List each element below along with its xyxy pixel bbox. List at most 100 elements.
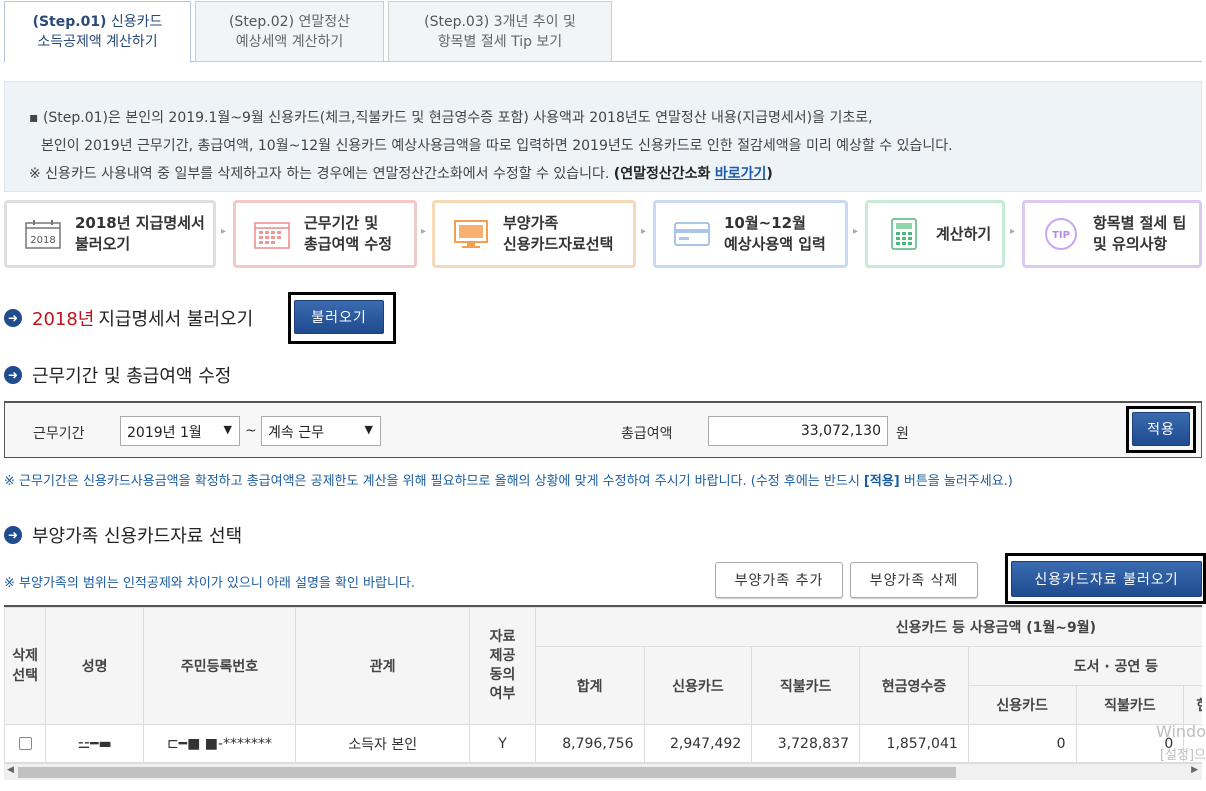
col-total: 합계 [534, 646, 645, 725]
row-select-cell [4, 724, 47, 763]
row-consent: Y [469, 724, 536, 763]
col-culture-credit: 신용카드 [967, 685, 1077, 725]
calculator-icon [886, 217, 922, 251]
row-name: ⚍━▬ [45, 724, 144, 763]
tab-title-line2: 항목별 절세 Tip 보기 [437, 34, 563, 50]
step-card-calculate[interactable]: 계산하기 [865, 200, 1005, 268]
info-line-3: ※ 신용카드 사용내역 중 일부를 삭제하고자 하는 경우에는 연말정산간소화에… [29, 160, 1201, 188]
row-id: ⊏━■ ■-******* [142, 724, 297, 763]
step-card-label: 항목별 절세 팁 및 유의사항 [1093, 214, 1187, 253]
tab-step-number: (Step.01) [32, 14, 107, 30]
section-year: 2018년 [32, 309, 95, 330]
won-unit: 원 [896, 426, 909, 442]
period-note-text: ※ 근무기간은 신용카드사용금액을 확정하고 총급여액은 공제한도 계산을 위해… [4, 474, 864, 489]
col-id: 주민등록번호 [142, 607, 297, 725]
col-group-culture: 도서 · 공연 등 [967, 646, 1202, 686]
caret-down-icon: ▼ [223, 423, 232, 436]
col-debit: 직불카드 [751, 646, 861, 725]
info-line-2: 본인이 2019년 근무기간, 총급여액, 10월~12월 신용카드 예상사용금… [41, 138, 953, 154]
step-arrow-icon: ▸ [1010, 226, 1016, 237]
period-note: ※ 근무기간은 신용카드사용금액을 확정하고 총급여액은 공제한도 계산을 위해… [4, 470, 1013, 489]
row-checkbox[interactable] [18, 737, 32, 750]
col-culture-debit: 직불카드 [1075, 685, 1185, 725]
row-cash: 1,857,041 [859, 724, 969, 763]
load-statement-button[interactable]: 불러오기 [294, 300, 384, 334]
tab-step-03[interactable]: (Step.03) 3개년 추이 및 항목별 절세 Tip 보기 [388, 1, 612, 62]
calendar-grid-icon [254, 217, 290, 251]
row-credit: 2,947,492 [643, 724, 753, 763]
col-culture-cash: 현 [1183, 685, 1202, 725]
col-consent: 자료 제공 동의 여부 [469, 607, 536, 725]
tilde-label: ~ [245, 423, 257, 439]
info-line-3-open: (연말정산간소화 [613, 166, 711, 182]
row-total: 8,796,756 [534, 724, 645, 763]
tab-step-number: (Step.03) [424, 14, 490, 30]
period-start-select[interactable]: 2019년 1월 ▼ [120, 416, 240, 446]
period-end-value: 계속 근무 [268, 425, 324, 441]
credit-card-icon [674, 217, 710, 251]
arrow-right-icon: ➜ [4, 309, 22, 327]
row-debit: 3,728,837 [751, 724, 861, 763]
section-title-text: 부양가족 신용카드자료 선택 [32, 526, 243, 547]
tab-title-line2: 소득공제액 계산하기 [37, 34, 158, 50]
watermark-line-1: Windo [1156, 722, 1206, 741]
step-card-load-statement[interactable]: 2018 2018년 지급명세서 불러오기 [4, 200, 216, 268]
col-relation: 관계 [295, 607, 471, 725]
step-arrow-icon: ▸ [853, 226, 859, 237]
tab-title-line1: 신용카드 [110, 14, 163, 30]
section-title-text: 지급명세서 불러오기 [98, 309, 254, 330]
table-row: ⚍━▬ ⊏━■ ■-******* 소득자 본인 Y 8,796,756 2,9… [4, 724, 1202, 763]
period-label: 근무기간 [33, 426, 85, 442]
caret-down-icon: ▼ [364, 423, 373, 436]
tab-step-number: (Step.02) [228, 14, 295, 30]
step-card-edit-period[interactable]: 근무기간 및 총급여액 수정 [233, 200, 417, 268]
dependent-note: ※ 부양가족의 범위는 인적공제와 차이가 있으니 아래 설명을 확인 바랍니다… [4, 576, 416, 591]
period-salary-form: 근무기간 2019년 1월 ▼ ~ 계속 근무 ▼ 총급여액 33,072,13… [4, 401, 1202, 458]
salary-input[interactable]: 33,072,130 [708, 416, 888, 446]
apply-button[interactable]: 적용 [1132, 412, 1190, 446]
scrollbar-thumb[interactable] [18, 767, 956, 778]
info-box: ▪ (Step.01)은 본인의 2019.1월~9월 신용카드(체크,직불카드… [4, 81, 1202, 192]
svg-text:2018: 2018 [30, 235, 55, 246]
info-line-3-close: ) [766, 166, 773, 182]
period-end-select[interactable]: 계속 근무 ▼ [261, 416, 381, 446]
scroll-left-icon[interactable]: ◀ [7, 765, 14, 775]
section-title-dependents: ➜ 부양가족 신용카드자료 선택 [4, 522, 242, 548]
arrow-right-icon: ➜ [4, 366, 22, 384]
col-group-usage: 신용카드 등 사용금액 (1월~9월) [534, 607, 1202, 647]
row-relation: 소득자 본인 [295, 724, 471, 763]
arrow-right-icon: ➜ [4, 526, 22, 544]
step-arrow-icon: ▸ [641, 226, 647, 237]
tab-step-01[interactable]: (Step.01) 신용카드 소득공제액 계산하기 [4, 1, 191, 63]
col-credit: 신용카드 [643, 646, 753, 725]
salary-label: 총급여액 [621, 426, 673, 442]
info-line-1: ▪ (Step.01)은 본인의 2019.1월~9월 신용카드(체크,직불카드… [29, 110, 873, 126]
tip-icon: TIP [1043, 217, 1079, 251]
load-card-data-button[interactable]: 신용카드자료 불러오기 [1011, 561, 1202, 597]
step-card-label: 2018년 지급명세서 불러오기 [75, 214, 205, 253]
scroll-right-icon[interactable]: ▶ [1191, 765, 1198, 775]
step-card-tips[interactable]: TIP 항목별 절세 팁 및 유의사항 [1022, 200, 1202, 268]
tab-bar: (Step.01) 신용카드 소득공제액 계산하기 (Step.02) 연말정산… [4, 0, 1202, 63]
section-title-period: ➜ 근무기간 및 총급여액 수정 [4, 362, 231, 388]
period-note-bold: [적용] [863, 474, 900, 489]
step-card-dependent-card-data[interactable]: 부양가족 신용카드자료선택 [432, 200, 636, 268]
shortcut-link[interactable]: 바로가기 [715, 166, 767, 182]
step-card-label: 부양가족 신용카드자료선택 [503, 214, 614, 253]
delete-dependent-button[interactable]: 부양가족 삭제 [850, 562, 978, 598]
section-title-load-statement: ➜ 2018년 지급명세서 불러오기 [4, 305, 253, 331]
step-arrow-icon: ▸ [421, 226, 427, 237]
step-card-expected-usage[interactable]: 10월~12월 예상사용액 입력 [653, 200, 848, 268]
row-culture-credit: 0 [967, 724, 1077, 763]
info-line-3-text: ※ 신용카드 사용내역 중 일부를 삭제하고자 하는 경우에는 연말정산간소화에… [29, 166, 610, 182]
section-title-text: 근무기간 및 총급여액 수정 [32, 366, 232, 387]
svg-text:TIP: TIP [1052, 230, 1070, 241]
tab-step-02[interactable]: (Step.02) 연말정산 예상세액 계산하기 [195, 1, 384, 62]
calendar-2018-icon: 2018 [25, 217, 61, 251]
tab-title-line2: 예상세액 계산하기 [235, 34, 344, 50]
monitor-icon [453, 217, 489, 251]
add-dependent-button[interactable]: 부양가족 추가 [715, 562, 843, 598]
horizontal-scrollbar[interactable]: ◀ ▶ [4, 763, 1202, 780]
period-start-value: 2019년 1월 [127, 425, 202, 441]
period-note-end: 버튼을 눌러주세요.) [899, 474, 1013, 489]
